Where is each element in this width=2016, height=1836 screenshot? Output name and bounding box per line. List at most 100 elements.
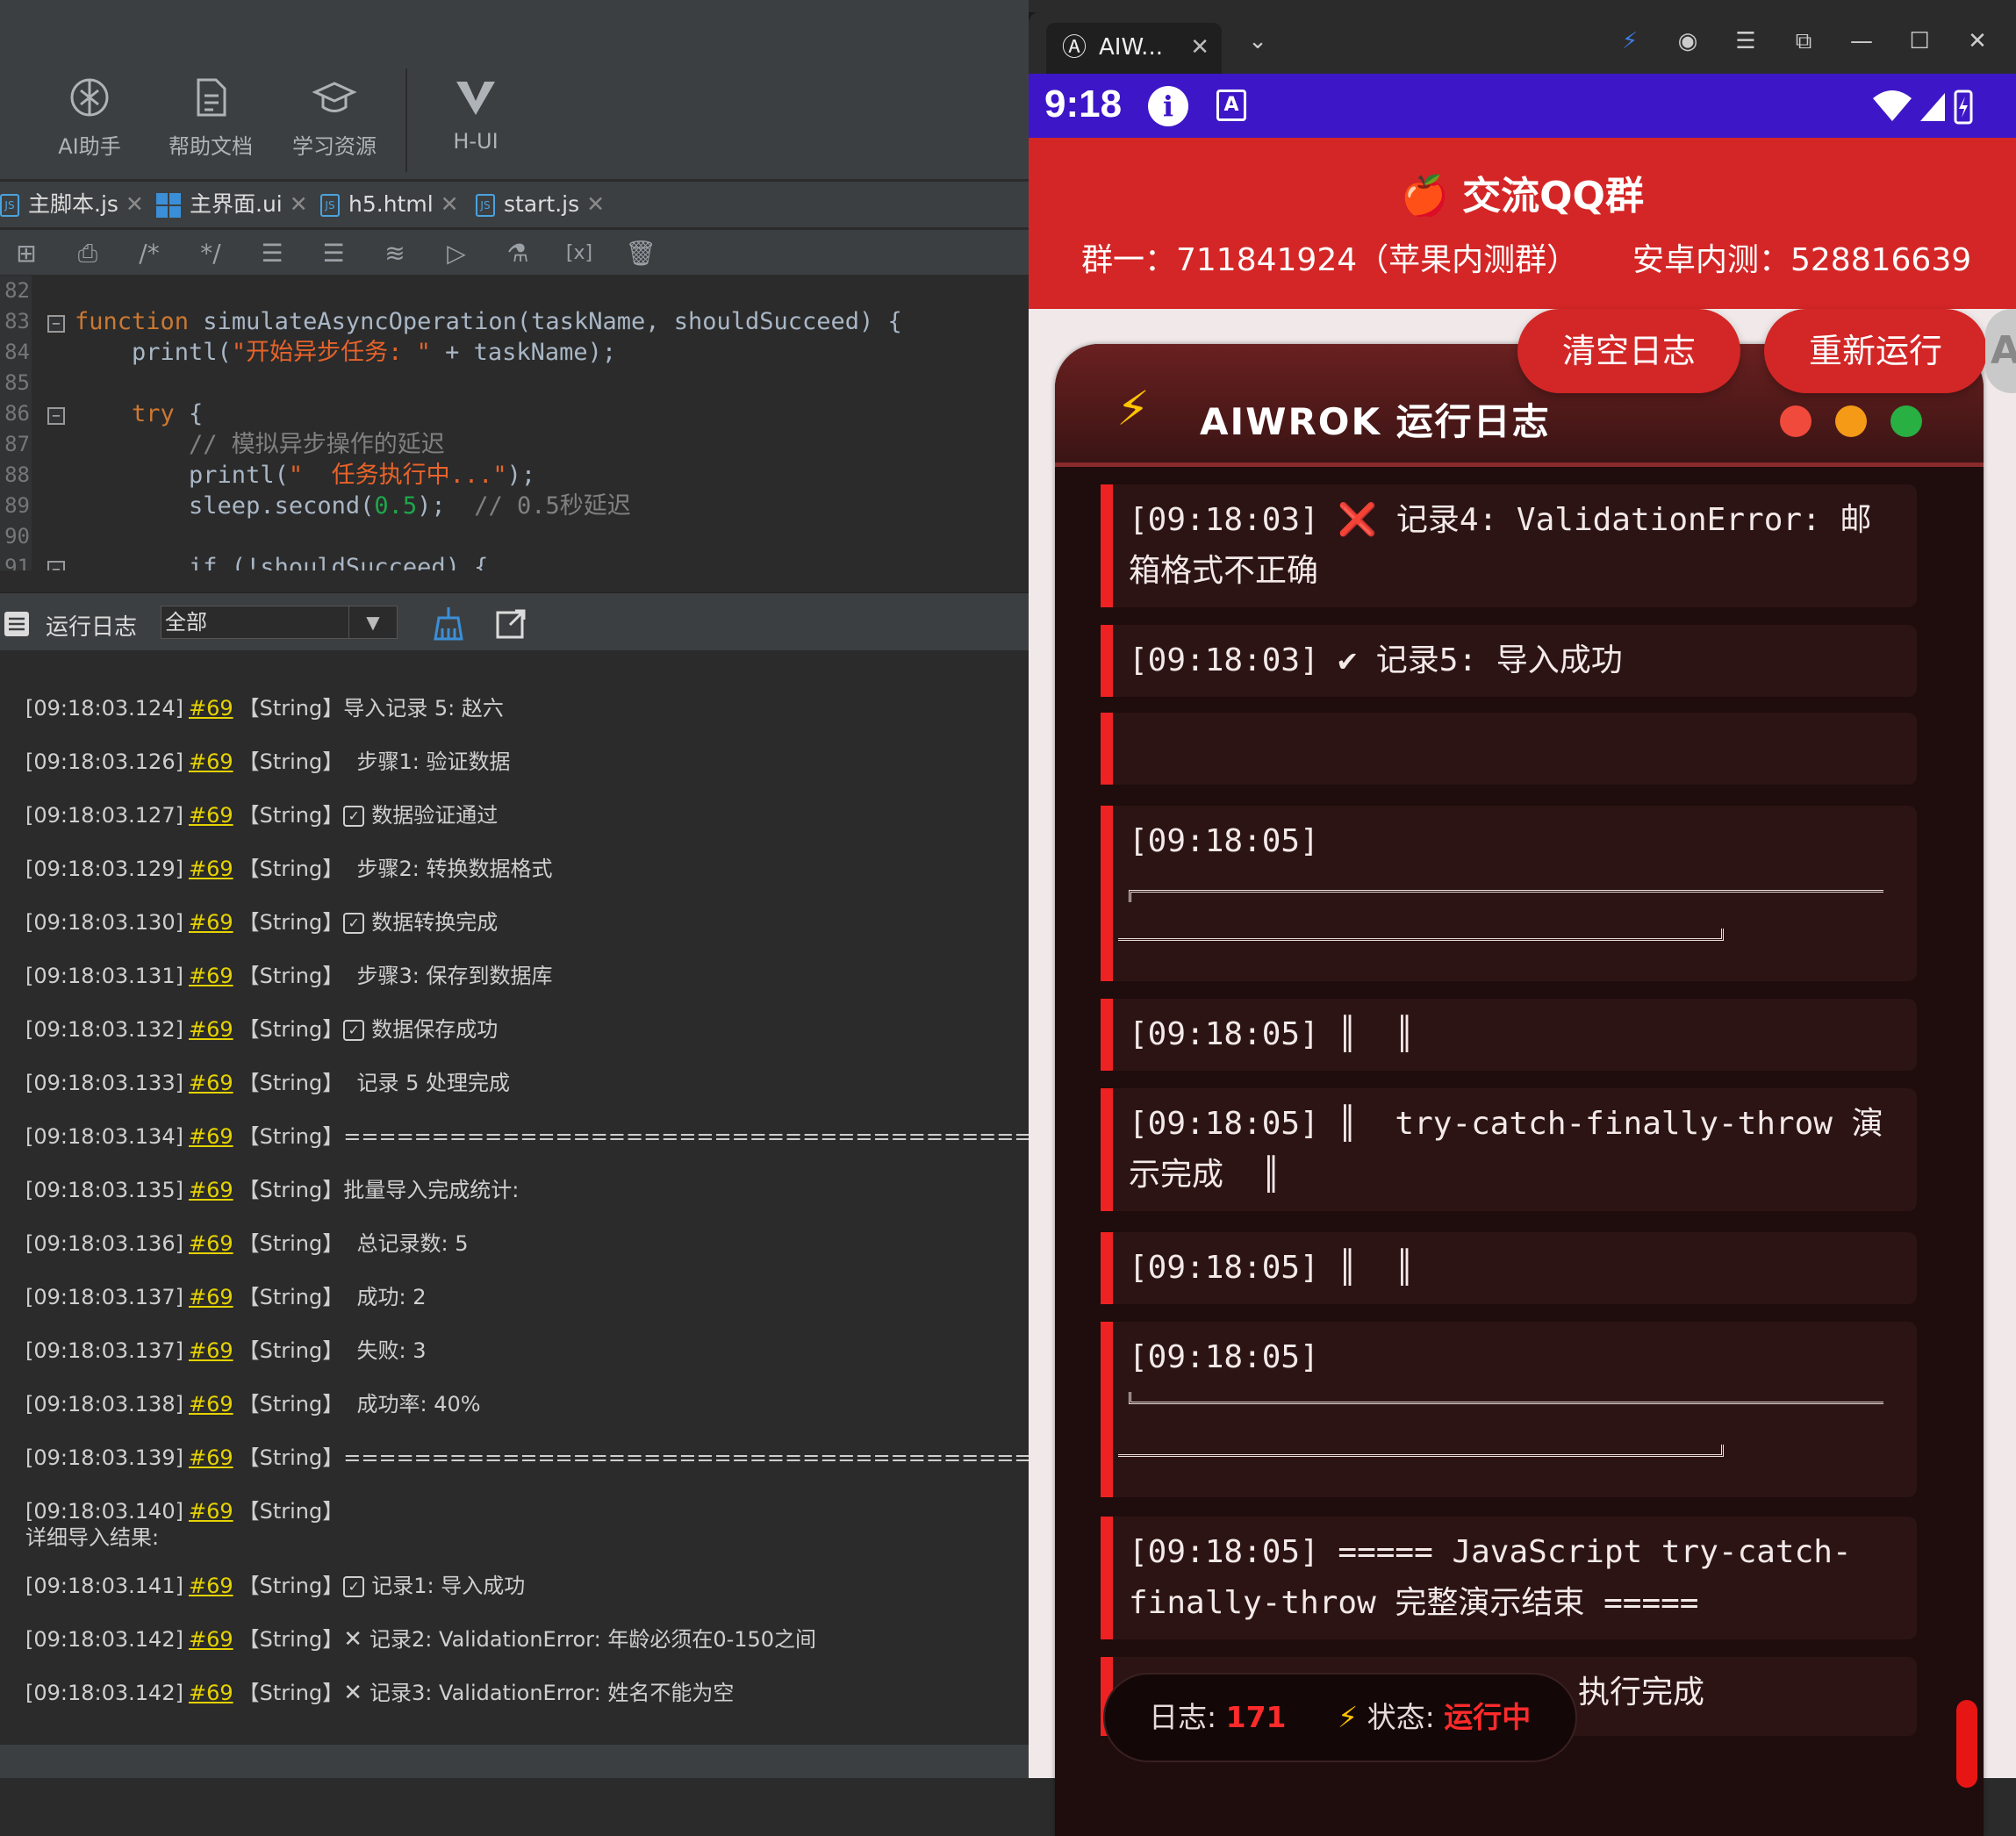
outdent-icon[interactable]: ☰ <box>255 237 290 270</box>
log-source-link[interactable]: #69 <box>189 749 233 774</box>
info-icon: i <box>1148 86 1188 126</box>
maximize-icon[interactable]: ☐ <box>1902 28 1937 54</box>
log-source-link[interactable]: #69 <box>189 1124 233 1149</box>
log-message: 记录2: ValidationError: 年龄必须在0-150之间 <box>369 1627 817 1652</box>
log-source-link[interactable]: #69 <box>189 1071 233 1095</box>
delete-icon[interactable]: 🗑 <box>623 237 658 270</box>
settings-icon[interactable]: A <box>1985 309 2016 393</box>
print-icon[interactable]: ⎙ <box>70 237 105 270</box>
code-line: printl("开始异步任务: " + taskName); <box>75 339 617 366</box>
close-icon[interactable]: ✕ <box>126 191 144 217</box>
bolt-badge-icon[interactable]: ⚡ <box>1612 28 1647 54</box>
emulator-window: Ⓐ AIW... ✕ ⌄ ⚡ ◉ ☰ ⧉ — ☐ ✕ 9:18 i A 🍎 交流… <box>1029 12 2016 1836</box>
log-source-link[interactable]: #69 <box>189 1574 233 1598</box>
code-editor[interactable]: 82 83 84 85 86 87 88 89 90 91 − − − func… <box>0 276 1029 570</box>
minimize-icon[interactable]: — <box>1844 28 1879 54</box>
code-line: try { <box>75 400 204 427</box>
line-number: 88 <box>4 463 30 487</box>
log-message: 记录 5 处理完成 <box>343 1071 511 1095</box>
screenshot-icon[interactable]: ⧉ <box>1786 28 1821 55</box>
tab-main-ui[interactable]: 主界面.ui ✕ <box>156 182 308 227</box>
flask-icon[interactable]: ⚗ <box>500 237 535 270</box>
close-icon[interactable]: ✕ <box>586 191 605 217</box>
log-row: [09:18:03.142] #69 【String】✕ 记录2: Validatio… <box>25 1626 816 1653</box>
log-message: 数据保存成功 <box>371 1017 499 1042</box>
log-source-link[interactable]: #69 <box>189 1285 233 1309</box>
js-file-icon: JS <box>320 194 340 217</box>
ai-assistant-button[interactable]: AI助手 <box>32 75 147 160</box>
line-number: 85 <box>4 370 30 395</box>
close-icon[interactable]: ✕ <box>290 191 308 217</box>
log-filter-select[interactable]: 全部 ▼ <box>161 606 398 639</box>
log-source-link[interactable]: #69 <box>189 1338 233 1363</box>
log-source-link[interactable]: #69 <box>189 1681 233 1705</box>
learning-resources-button[interactable]: 学习资源 <box>277 75 391 160</box>
window-tab[interactable]: Ⓐ AIW... ✕ <box>1046 23 1222 74</box>
box-bottom-line <box>1129 1392 1883 1404</box>
log-title: 运行日志 <box>46 614 138 641</box>
menu-icon[interactable]: ☰ <box>1728 28 1763 54</box>
fold-toggle[interactable]: − <box>47 407 65 425</box>
log-timestamp: [09:18:03.140] <box>25 1499 183 1524</box>
log-timestamp: [09:18:03.129] <box>25 857 183 881</box>
log-entry-text: [09:18:05] <box>1129 1339 1319 1375</box>
clear-log-button[interactable]: 清空日志 <box>1517 309 1740 393</box>
log-entry-text: [09:18:05] <box>1129 823 1319 859</box>
log-entry: [09:18:05] <box>1101 1322 1917 1497</box>
fold-toggle[interactable]: − <box>47 561 65 570</box>
scrollbar-thumb[interactable] <box>1956 1700 1977 1788</box>
log-message: 步骤3: 保存到数据库 <box>343 964 553 988</box>
log-source-link[interactable]: #69 <box>189 964 233 988</box>
log-message: 数据验证通过 <box>371 803 499 828</box>
add-icon[interactable]: ⊞ <box>9 237 44 270</box>
log-type: 【String】 <box>238 696 344 721</box>
tab-h5-html[interactable]: JS h5.html ✕ <box>320 182 459 227</box>
line-number: 89 <box>4 493 30 518</box>
variable-icon[interactable]: [x] <box>562 237 597 270</box>
log-filter-value: 全部 <box>165 610 207 635</box>
log-message-continued: 详细导入结果: <box>25 1525 160 1550</box>
log-source-link[interactable]: #69 <box>189 1445 233 1470</box>
log-source-link[interactable]: #69 <box>189 1499 233 1524</box>
close-icon[interactable]: ✕ <box>441 191 459 217</box>
log-source-link[interactable]: #69 <box>189 1392 233 1416</box>
log-source-link[interactable]: #69 <box>189 803 233 828</box>
format-icon[interactable]: ≋ <box>377 237 413 270</box>
log-message: 失败: 3 <box>343 1338 427 1363</box>
tab-start-js[interactable]: JS start.js ✕ <box>476 182 605 227</box>
account-icon[interactable]: ◉ <box>1670 28 1705 54</box>
log-source-link[interactable]: #69 <box>189 1627 233 1652</box>
cellular-icon <box>1920 93 1945 121</box>
fold-toggle[interactable]: − <box>47 315 65 333</box>
log-source-link[interactable]: #69 <box>189 910 233 935</box>
indent-icon[interactable]: ☰ <box>316 237 351 270</box>
tab-label: h5.html <box>348 191 434 217</box>
help-docs-button[interactable]: 帮助文档 <box>154 75 268 160</box>
log-source-link[interactable]: #69 <box>189 1231 233 1256</box>
log-source-link[interactable]: #69 <box>189 1017 233 1042</box>
tab-main-script[interactable]: JS 主脚本.js ✕ <box>0 182 144 227</box>
learning-resources-label: 学习资源 <box>292 134 377 159</box>
log-count-value: 171 <box>1225 1700 1287 1734</box>
chevron-down-icon[interactable]: ▼ <box>348 606 397 638</box>
log-source-link[interactable]: #69 <box>189 696 233 721</box>
checkbox-icon: ✓ <box>343 1020 365 1041</box>
rerun-button[interactable]: 重新运行 <box>1764 309 1987 393</box>
chevron-down-icon[interactable]: ⌄ <box>1240 28 1275 54</box>
h-ui-button[interactable]: H-UI <box>419 75 533 154</box>
app-logo-icon: Ⓐ <box>1062 32 1087 61</box>
close-tab-icon[interactable]: ✕ <box>1190 23 1209 72</box>
comment-start-icon[interactable]: /* <box>132 237 167 270</box>
android-status-bar: 9:18 i A <box>1029 74 2016 138</box>
comment-end-icon[interactable]: */ <box>193 237 228 270</box>
log-source-link[interactable]: #69 <box>189 1178 233 1202</box>
log-message: 记录3: ValidationError: 姓名不能为空 <box>369 1681 735 1705</box>
red-dot <box>1780 405 1812 437</box>
log-source-link[interactable]: #69 <box>189 857 233 881</box>
export-icon[interactable] <box>496 607 527 639</box>
broom-icon[interactable] <box>432 606 465 641</box>
close-window-icon[interactable]: ✕ <box>1960 28 1995 54</box>
qq-group-banner: 🍎 交流QQ群 群一：711841924（苹果内测群） 安卓内测：5288166… <box>1029 138 2016 309</box>
run-icon[interactable]: ▷ <box>439 237 474 270</box>
status-footer: 日志: 171 ⚡ 状态: 运行中 <box>1103 1673 1577 1762</box>
